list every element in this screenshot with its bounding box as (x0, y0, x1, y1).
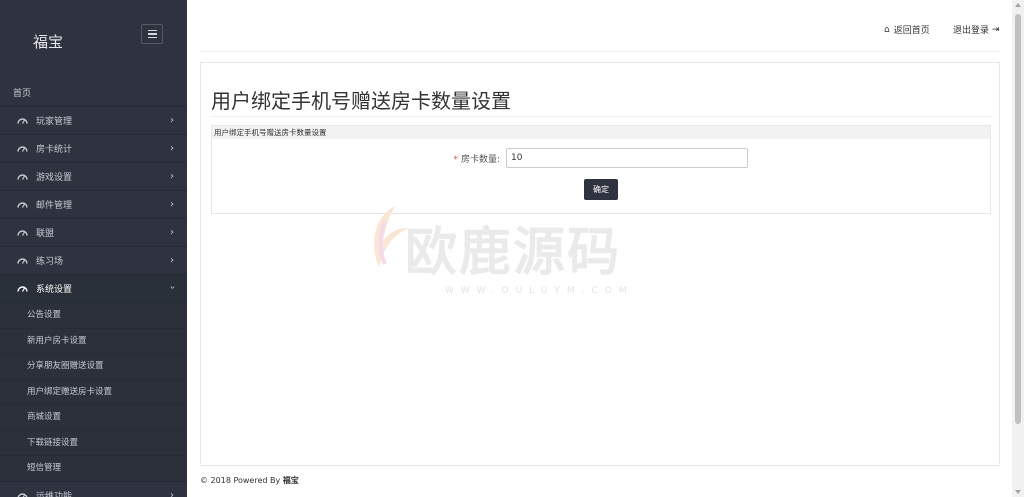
home-icon: ⌂ (884, 24, 890, 35)
dashboard-icon (17, 201, 28, 208)
panel-heading: 用户绑定手机号赠送房卡数量设置 (212, 126, 990, 139)
page-scrollbar[interactable] (1012, 0, 1024, 497)
home-link[interactable]: ⌂ 返回首页 (884, 23, 930, 37)
chevron-down-icon: › (166, 285, 178, 290)
sidebar-item-game-settings[interactable]: 游戏设置 › (0, 163, 187, 191)
sidebar-item-label: 游戏设置 (36, 173, 73, 183)
sidebar-subitem-download-link[interactable]: 下载链接设置 (0, 430, 187, 456)
sidebar-item-card-stats[interactable]: 房卡统计 › (0, 135, 187, 163)
sidebar-subitem-mall[interactable]: 商城设置 (0, 405, 187, 431)
dashboard-icon (17, 229, 28, 236)
dashboard-icon (17, 492, 28, 497)
footer: © 2018 Powered By 福宝 (200, 465, 1000, 497)
sidebar-item-players[interactable]: 玩家管理 › (0, 107, 187, 135)
sidebar-item-label: 邮件管理 (36, 201, 73, 211)
chevron-right-icon: › (170, 489, 174, 497)
sidebar-item-label: 联盟 (36, 229, 55, 239)
title-divider (211, 116, 991, 117)
hamburger-icon (147, 29, 157, 32)
main-content: 用户绑定手机号赠送房卡数量设置 用户绑定手机号赠送房卡数量设置 *房卡数量: 确… (200, 62, 1000, 464)
sidebar: 福宝 首页 玩家管理 › 房卡统计 › 游戏设置 › 邮件管理 › 联盟 › 练… (0, 0, 187, 497)
sidebar-subitem-share-gift[interactable]: 分享朋友圈赠送设置 (0, 354, 187, 380)
sidebar-item-alliance[interactable]: 联盟 › (0, 219, 187, 247)
dashboard-icon (17, 285, 28, 292)
confirm-button[interactable]: 确定 (584, 179, 618, 200)
logout-link[interactable]: 退出登录 ⇥ (953, 23, 1000, 37)
sidebar-subitem-new-user-cards[interactable]: 新用户房卡设置 (0, 328, 187, 354)
sidebar-item-label: 玩家管理 (36, 117, 73, 127)
settings-panel: 用户绑定手机号赠送房卡数量设置 *房卡数量: 确定 (211, 125, 991, 214)
sidebar-subitem-bind-gift[interactable]: 用户绑定赠送房卡设置 (0, 379, 187, 405)
chevron-right-icon: › (170, 115, 174, 126)
sidebar-item-label: 运维功能 (36, 491, 73, 497)
dashboard-icon (17, 257, 28, 264)
brand-name: 福宝 (33, 33, 64, 51)
sidebar-item-label: 房卡统计 (36, 145, 73, 155)
chevron-right-icon: › (170, 255, 174, 266)
sidebar-item-label: 练习场 (36, 257, 64, 267)
chevron-right-icon: › (170, 199, 174, 210)
chevron-right-icon: › (170, 227, 174, 238)
sidebar-item-ops[interactable]: 运维功能 › (0, 482, 187, 497)
card-count-input[interactable] (506, 148, 748, 168)
scroll-up-arrow-icon[interactable] (1015, 3, 1021, 7)
sidebar-item-home[interactable]: 首页 (0, 81, 187, 107)
page-title: 用户绑定手机号赠送房卡数量设置 (211, 89, 511, 113)
card-count-row: * 房卡数量: (212, 148, 990, 168)
dashboard-icon (17, 173, 28, 180)
card-count-label: * 房卡数量: (453, 155, 500, 165)
scroll-down-arrow-icon[interactable] (1015, 490, 1021, 494)
scroll-thumb[interactable] (1015, 14, 1021, 424)
footer-copyright: © 2018 Powered By (200, 476, 283, 485)
sidebar-item-label: 系统设置 (36, 285, 73, 295)
menu-toggle-button[interactable] (141, 24, 163, 44)
dashboard-icon (17, 145, 28, 152)
chevron-right-icon: › (170, 171, 174, 182)
sidebar-subitem-notice[interactable]: 公告设置 (0, 303, 187, 329)
brand-area: 福宝 (0, 0, 187, 80)
required-marker: * (453, 155, 458, 165)
logout-icon: ⇥ (992, 24, 1000, 35)
sidebar-item-practice[interactable]: 练习场 › (0, 247, 187, 275)
dashboard-icon (17, 117, 28, 124)
sidebar-subitem-sms[interactable]: 短信管理 (0, 456, 187, 482)
top-bar: ⌂ 返回首页 退出登录 ⇥ (200, 0, 1000, 52)
sidebar-item-system-settings[interactable]: 系统设置 › (0, 275, 187, 303)
chevron-right-icon: › (170, 143, 174, 154)
sidebar-item-mail[interactable]: 邮件管理 › (0, 191, 187, 219)
footer-brand: 福宝 (282, 476, 299, 485)
